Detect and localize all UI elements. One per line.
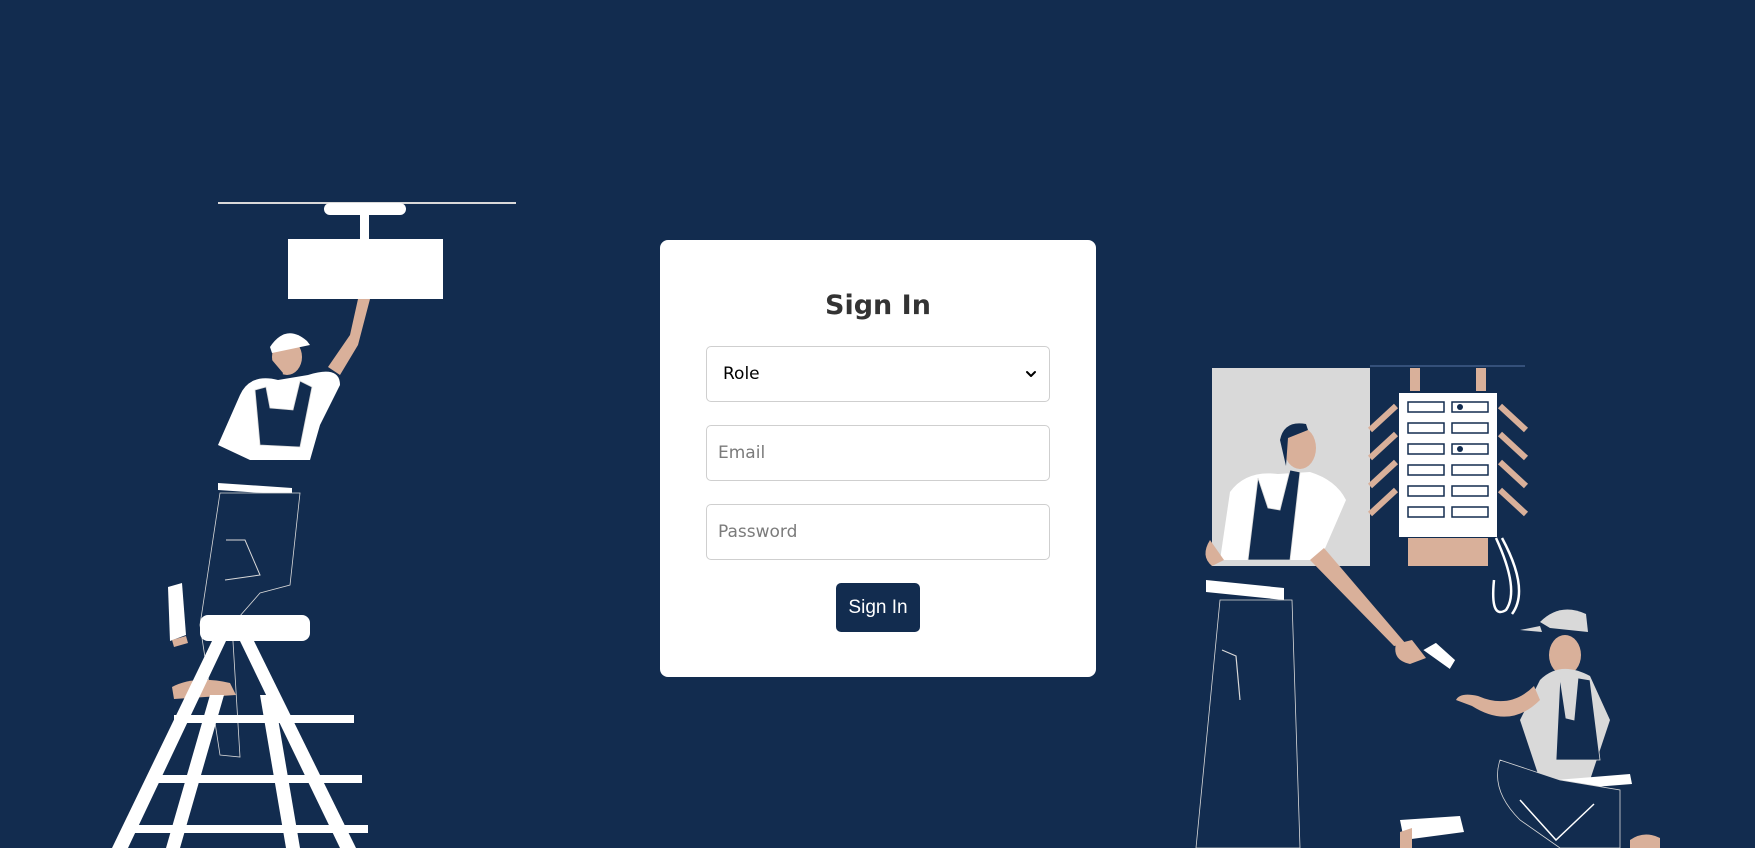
sign-in-button[interactable]: Sign In <box>836 583 920 632</box>
login-page: Sign In Role Sign In <box>0 0 1755 848</box>
role-select-wrapper: Role <box>706 346 1050 402</box>
chevron-down-icon <box>1026 371 1036 377</box>
role-select-value: Role <box>723 364 760 384</box>
email-field[interactable] <box>706 425 1050 481</box>
sign-in-card: Sign In Role Sign In <box>660 240 1096 677</box>
role-select[interactable]: Role <box>706 346 1050 402</box>
password-field[interactable] <box>706 504 1050 560</box>
electricians-at-panel-illustration <box>1195 365 1660 848</box>
sign-in-title: Sign In <box>825 290 931 321</box>
worker-on-ladder-illustration <box>112 202 516 848</box>
submit-row: Sign In <box>706 583 1050 632</box>
